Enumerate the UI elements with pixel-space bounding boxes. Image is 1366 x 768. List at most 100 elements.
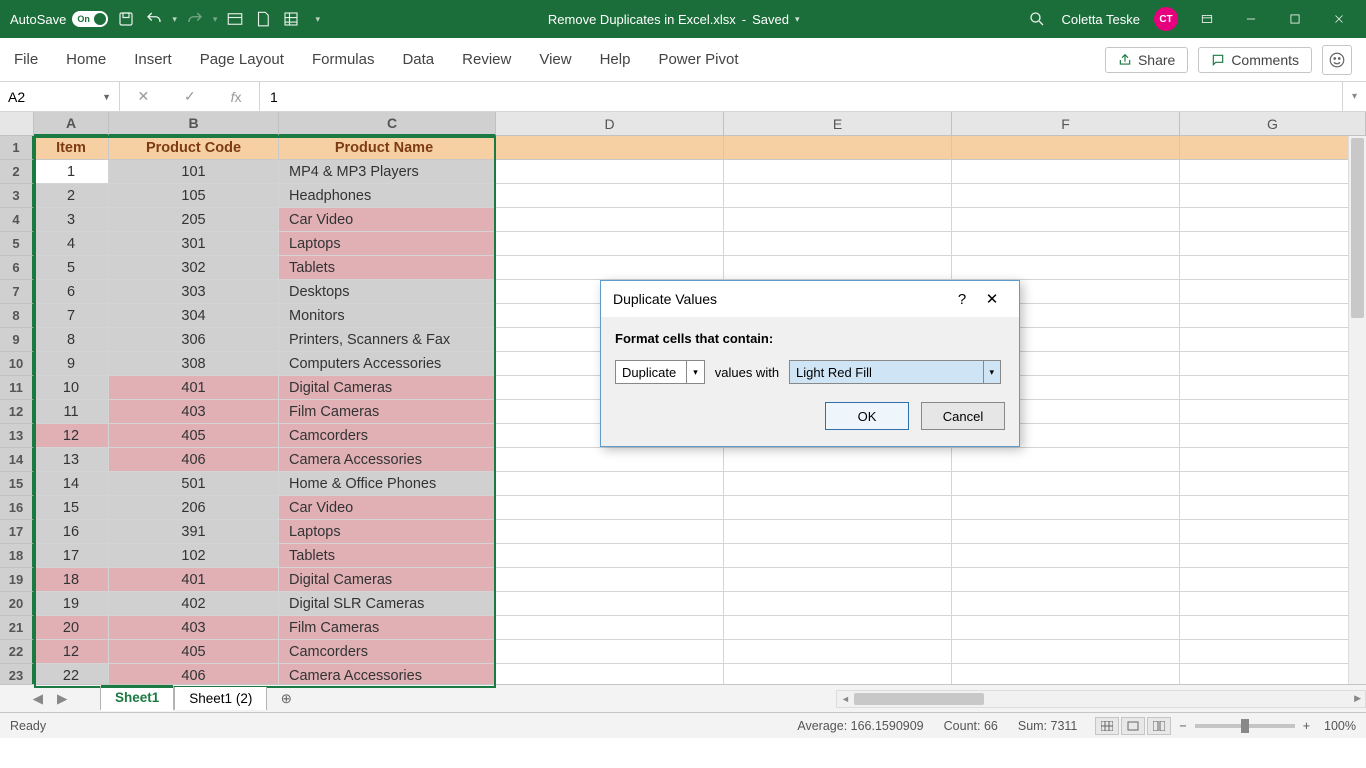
vertical-scrollbar[interactable] <box>1348 136 1366 684</box>
tab-formulas[interactable]: Formulas <box>312 51 375 68</box>
cell[interactable]: 301 <box>109 232 279 256</box>
cell[interactable] <box>1180 544 1366 568</box>
tab-home[interactable]: Home <box>66 51 106 68</box>
cell[interactable] <box>1180 568 1366 592</box>
cell[interactable]: 406 <box>109 448 279 472</box>
cell[interactable] <box>952 520 1180 544</box>
cell[interactable]: Tablets <box>279 256 496 280</box>
cell[interactable]: 391 <box>109 520 279 544</box>
cell[interactable] <box>496 496 724 520</box>
row-header[interactable]: 17 <box>0 520 34 544</box>
save-icon[interactable] <box>116 9 136 29</box>
tab-help[interactable]: Help <box>600 51 631 68</box>
cell[interactable] <box>724 520 952 544</box>
cell[interactable]: 403 <box>109 400 279 424</box>
cell[interactable]: 102 <box>109 544 279 568</box>
cell[interactable]: Camera Accessories <box>279 448 496 472</box>
cell[interactable] <box>952 256 1180 280</box>
sheet-tab-1[interactable]: Sheet1 <box>100 686 174 711</box>
col-header-D[interactable]: D <box>496 112 724 136</box>
format-dropdown[interactable]: Light Red Fill▾ <box>789 360 1001 384</box>
cell[interactable] <box>724 448 952 472</box>
tab-file[interactable]: File <box>14 51 38 68</box>
row-header[interactable]: 4 <box>0 208 34 232</box>
cell[interactable]: 7 <box>34 304 109 328</box>
cell[interactable]: 401 <box>109 568 279 592</box>
cell[interactable]: 6 <box>34 280 109 304</box>
row-header[interactable]: 19 <box>0 568 34 592</box>
search-icon[interactable] <box>1027 9 1047 29</box>
cell[interactable] <box>1180 352 1366 376</box>
cell[interactable]: 406 <box>109 664 279 684</box>
cell[interactable]: 9 <box>34 352 109 376</box>
cell[interactable]: 304 <box>109 304 279 328</box>
cell[interactable]: Laptops <box>279 232 496 256</box>
cell[interactable] <box>952 592 1180 616</box>
maximize-icon[interactable] <box>1280 9 1310 29</box>
cell[interactable]: Film Cameras <box>279 400 496 424</box>
cell[interactable] <box>952 496 1180 520</box>
cell[interactable] <box>496 520 724 544</box>
cell[interactable]: 8 <box>34 328 109 352</box>
cell[interactable] <box>496 256 724 280</box>
cell[interactable] <box>496 640 724 664</box>
sheet-tab-2[interactable]: Sheet1 (2) <box>174 687 267 710</box>
cell[interactable]: 5 <box>34 256 109 280</box>
cell[interactable] <box>1180 280 1366 304</box>
cell[interactable] <box>952 664 1180 684</box>
cell[interactable] <box>1180 520 1366 544</box>
qat-icon-2[interactable] <box>253 9 273 29</box>
cell[interactable] <box>724 160 952 184</box>
fx-icon[interactable]: fx <box>231 89 242 105</box>
cell[interactable] <box>1180 184 1366 208</box>
cell[interactable]: 2 <box>34 184 109 208</box>
qat-icon-3[interactable] <box>281 9 301 29</box>
cell[interactable]: Home & Office Phones <box>279 472 496 496</box>
view-page-layout-icon[interactable] <box>1121 717 1145 735</box>
cell[interactable]: 306 <box>109 328 279 352</box>
qat-icon-1[interactable] <box>225 9 245 29</box>
select-all-corner[interactable] <box>0 112 34 136</box>
cell[interactable] <box>724 208 952 232</box>
cell[interactable] <box>1180 400 1366 424</box>
zoom-in-button[interactable]: + <box>1303 719 1310 733</box>
cell[interactable] <box>496 448 724 472</box>
cell[interactable]: Monitors <box>279 304 496 328</box>
cell[interactable]: 101 <box>109 160 279 184</box>
cell[interactable] <box>952 160 1180 184</box>
row-header[interactable]: 22 <box>0 640 34 664</box>
cell[interactable] <box>952 184 1180 208</box>
cell[interactable]: 16 <box>34 520 109 544</box>
cell[interactable] <box>496 136 724 160</box>
row-header[interactable]: 23 <box>0 664 34 684</box>
cell[interactable] <box>496 160 724 184</box>
cell[interactable] <box>952 208 1180 232</box>
cell[interactable] <box>952 640 1180 664</box>
redo-icon[interactable] <box>185 9 205 29</box>
share-button[interactable]: Share <box>1105 47 1188 73</box>
cell[interactable]: 3 <box>34 208 109 232</box>
row-header[interactable]: 2 <box>0 160 34 184</box>
row-header[interactable]: 13 <box>0 424 34 448</box>
cell[interactable]: Camcorders <box>279 640 496 664</box>
cell[interactable] <box>1180 640 1366 664</box>
cell[interactable]: 205 <box>109 208 279 232</box>
cell[interactable] <box>724 568 952 592</box>
cell[interactable] <box>1180 664 1366 684</box>
cell[interactable] <box>1180 616 1366 640</box>
cell[interactable]: Film Cameras <box>279 616 496 640</box>
cell[interactable] <box>496 184 724 208</box>
cell[interactable]: Product Name <box>279 136 496 160</box>
cell[interactable]: Product Code <box>109 136 279 160</box>
cell[interactable] <box>1180 136 1366 160</box>
cell[interactable] <box>724 592 952 616</box>
cell[interactable] <box>952 472 1180 496</box>
cell[interactable] <box>496 616 724 640</box>
cell[interactable]: 302 <box>109 256 279 280</box>
cell[interactable]: Digital Cameras <box>279 568 496 592</box>
row-header[interactable]: 21 <box>0 616 34 640</box>
cell[interactable] <box>952 448 1180 472</box>
cell[interactable]: 405 <box>109 424 279 448</box>
cell[interactable]: MP4 & MP3 Players <box>279 160 496 184</box>
ribbon-display-icon[interactable] <box>1192 9 1222 29</box>
